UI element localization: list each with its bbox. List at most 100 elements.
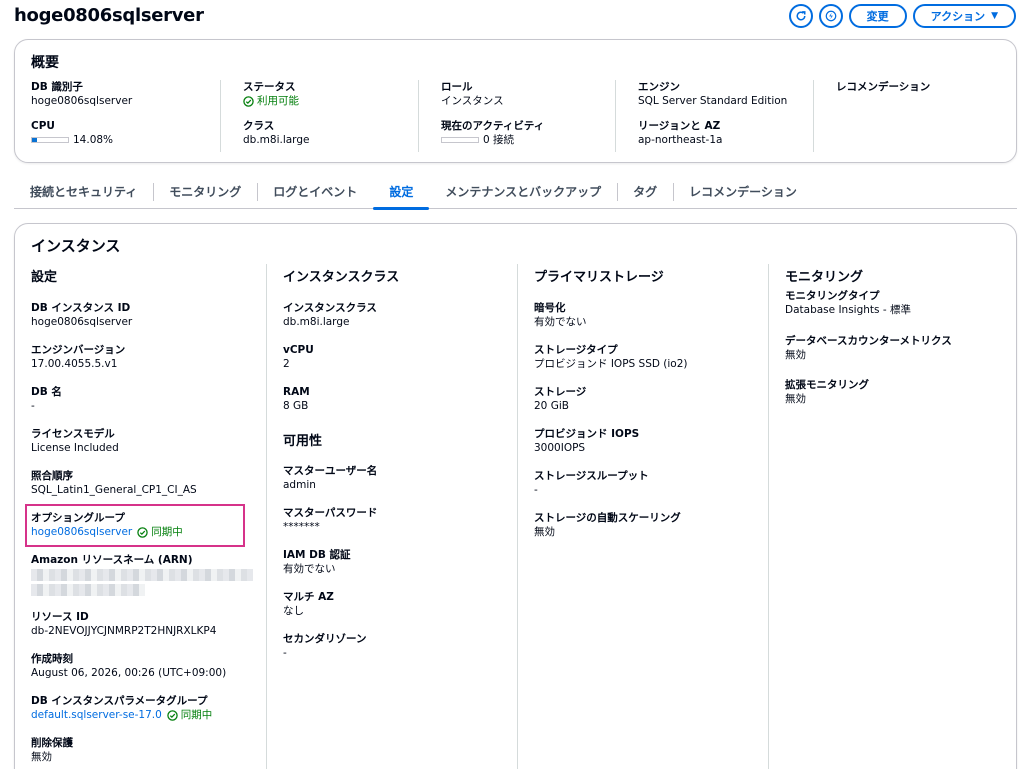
- instance-card: インスタンス 設定 DB インスタンス ID hoge0806sqlserver…: [14, 223, 1017, 769]
- master-password-label: マスターパスワード: [283, 507, 378, 519]
- deletion-protection-value: 無効: [31, 751, 52, 763]
- deletion-protection-field: 削除保護 無効: [31, 736, 73, 765]
- autoscaling-value: 無効: [534, 526, 555, 538]
- vcpu-label: vCPU: [283, 344, 314, 356]
- cpu-label: CPU: [31, 120, 55, 132]
- tab-monitoring[interactable]: モニタリング: [153, 179, 257, 209]
- throughput-value: -: [534, 484, 538, 496]
- storage-size-label: ストレージ: [534, 386, 587, 398]
- instance-id-value: hoge0806sqlserver: [31, 316, 133, 328]
- param-group-status: 同期中: [180, 709, 213, 721]
- region-value: ap-northeast-1a: [638, 134, 723, 146]
- engine-version-field: エンジンバージョン 17.00.4055.5.v1: [31, 343, 125, 372]
- master-password-field: マスターパスワード *******: [283, 506, 377, 535]
- arn-label: Amazon リソースネーム (ARN): [31, 554, 193, 566]
- option-group-label: オプショングループ: [31, 512, 125, 524]
- collation-label: 照合順序: [31, 470, 73, 482]
- activity-label: 現在のアクティビティ: [441, 120, 545, 132]
- tab-maintenance-backup[interactable]: メンテナンスとバックアップ: [429, 179, 617, 209]
- storage-column: プライマリストレージ 暗号化 有効でない ストレージタイプ プロビジョンド IO…: [517, 264, 768, 769]
- param-group-link[interactable]: default.sqlserver-se-17.0: [31, 708, 162, 723]
- storage-type-field: ストレージタイプ プロビジョンド IOPS SSD (io2): [534, 343, 688, 372]
- counter-metrics-field: データベースカウンターメトリクス 無効: [785, 334, 952, 363]
- engine-version-label: エンジンバージョン: [31, 344, 126, 356]
- summary-col-role: ロール インスタンス 現在のアクティビティ 0 接続: [418, 80, 616, 152]
- instance-class-title: インスタンスクラス: [283, 270, 400, 285]
- db-name-label: DB 名: [31, 386, 62, 398]
- master-password-value: *******: [283, 521, 320, 533]
- iam-auth-value: 有効でない: [283, 563, 336, 575]
- tab-logs-events[interactable]: ログとイベント: [257, 179, 373, 209]
- instance-id-field: DB インスタンス ID hoge0806sqlserver: [31, 301, 132, 330]
- class-label: クラス: [243, 120, 275, 132]
- tab-tags[interactable]: タグ: [617, 179, 673, 209]
- storage-size-field: ストレージ 20 GiB: [534, 385, 586, 414]
- master-user-label: マスターユーザー名: [283, 465, 378, 477]
- lightning-icon: [825, 10, 836, 22]
- ram-value: 8 GB: [283, 400, 309, 412]
- option-group-link[interactable]: hoge0806sqlserver: [31, 525, 132, 540]
- counter-metrics-value: 無効: [785, 349, 806, 361]
- engine-value: SQL Server Standard Edition: [638, 95, 788, 107]
- enhanced-monitoring-field: 拡張モニタリング 無効: [785, 378, 869, 407]
- lightning-button[interactable]: [818, 4, 843, 28]
- summary-col-recommend: レコメンデーション: [813, 80, 1003, 152]
- summary-col-db: DB 識別子 hoge0806sqlserver CPU 14.08%: [31, 80, 221, 152]
- status-label: ステータス: [243, 81, 296, 93]
- storage-title: プライマリストレージ: [534, 270, 664, 285]
- inst-class-value: db.m8i.large: [283, 316, 350, 328]
- instance-class-column: インスタンスクラス インスタンスクラス db.m8i.large vCPU 2 …: [266, 264, 517, 769]
- tab-recommendations[interactable]: レコメンデーション: [673, 179, 813, 209]
- status-value: 利用可能: [257, 95, 299, 107]
- check-circle-icon: [167, 710, 178, 721]
- option-group-status-badge: 同期中: [137, 525, 183, 540]
- license-field: ライセンスモデル License Included: [31, 427, 119, 456]
- monitoring-title: モニタリング: [785, 270, 864, 285]
- db-id-value: hoge0806sqlserver: [31, 95, 133, 107]
- vcpu-value: 2: [283, 358, 290, 370]
- settings-title: 設定: [31, 270, 58, 285]
- instance-title: インスタンス: [31, 237, 121, 255]
- iops-label: プロビジョンド IOPS: [534, 428, 640, 440]
- page-title: hoge0806sqlserver: [14, 5, 204, 26]
- vcpu-field: vCPU 2: [283, 343, 314, 372]
- storage-size-value: 20 GiB: [534, 400, 569, 412]
- cpu-meter: 14.08%: [31, 133, 221, 148]
- enhanced-monitoring-label: 拡張モニタリング: [785, 379, 869, 391]
- param-group-field: DB インスタンスパラメータグループ default.sqlserver-se-…: [31, 694, 212, 723]
- summary-title: 概要: [31, 55, 59, 71]
- multi-az-label: マルチ AZ: [283, 591, 334, 603]
- master-user-value: admin: [283, 479, 316, 491]
- role-label: ロール: [441, 81, 473, 93]
- option-group-field: オプショングループ hoge0806sqlserver 同期中: [31, 511, 183, 540]
- resource-id-field: リソース ID db-2NEVOJJYCJNMRP2T2HNJRXLKP4: [31, 610, 216, 639]
- modify-button[interactable]: 変更: [848, 4, 907, 28]
- master-user-field: マスターユーザー名 admin: [283, 464, 377, 493]
- arn-redacted-value: [31, 569, 255, 596]
- tab-bar: 接続とセキュリティ モニタリング ログとイベント 設定 メンテナンスとバックアッ…: [14, 179, 1017, 210]
- actions-button[interactable]: アクション ▼: [912, 4, 1016, 28]
- monitoring-type-value: Database Insights - 標準: [785, 304, 911, 316]
- db-id-label: DB 識別子: [31, 81, 83, 93]
- option-group-row: hoge0806sqlserver 同期中: [31, 525, 183, 540]
- secondary-zone-label: セカンダリゾーン: [283, 633, 367, 645]
- tab-connectivity[interactable]: 接続とセキュリティ: [14, 179, 153, 209]
- iops-value: 3000IOPS: [534, 442, 586, 454]
- db-name-value: -: [31, 400, 35, 412]
- iam-auth-field: IAM DB 認証 有効でない: [283, 548, 351, 577]
- option-group-status: 同期中: [151, 526, 183, 538]
- resource-id-label: リソース ID: [31, 611, 89, 623]
- secondary-zone-value: -: [283, 647, 287, 659]
- multi-az-value: なし: [283, 605, 304, 617]
- storage-type-label: ストレージタイプ: [534, 344, 618, 356]
- arn-field: Amazon リソースネーム (ARN): [31, 553, 255, 599]
- engine-version-value: 17.00.4055.5.v1: [31, 358, 118, 370]
- tab-configuration[interactable]: 設定: [373, 179, 430, 210]
- region-label: リージョンと AZ: [638, 120, 721, 132]
- instance-id-label: DB インスタンス ID: [31, 302, 131, 314]
- role-value: インスタンス: [441, 95, 504, 107]
- settings-column: 設定 DB インスタンス ID hoge0806sqlserver エンジンバー…: [15, 264, 265, 769]
- iops-field: プロビジョンド IOPS 3000IOPS: [534, 427, 639, 456]
- refresh-button[interactable]: [788, 4, 813, 28]
- cpu-bar: [31, 137, 69, 143]
